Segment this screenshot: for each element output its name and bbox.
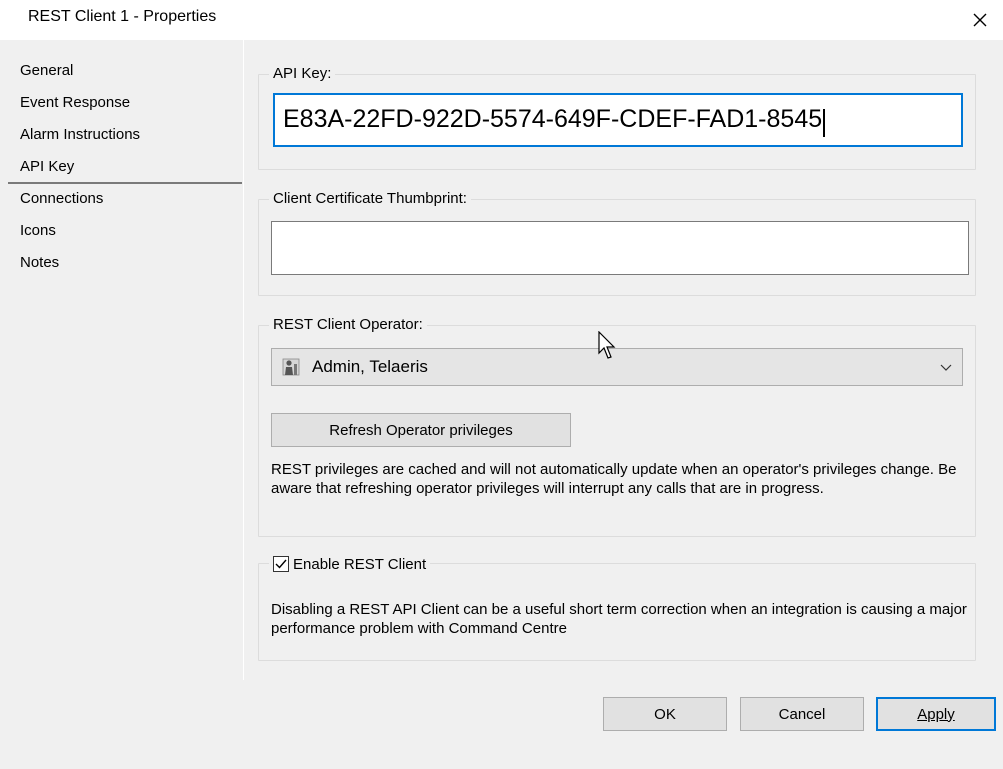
sidebar-item-event-response[interactable]: Event Response (8, 88, 242, 120)
thumbprint-group-title: Client Certificate Thumbprint: (269, 190, 471, 208)
operator-selected-value: Admin, Telaeris (312, 357, 428, 376)
nav-divider (243, 40, 244, 680)
api-key-input[interactable]: E83A-22FD-922D-5574-649F-CDEF-FAD1-8545 (273, 93, 963, 147)
thumbprint-input[interactable] (271, 221, 969, 275)
ok-button[interactable]: OK (603, 697, 727, 731)
refresh-operator-privileges-label: Refresh Operator privileges (329, 421, 513, 439)
apply-button-label: Apply (917, 705, 955, 723)
disable-client-note: Disabling a REST API Client can be a use… (271, 601, 967, 637)
thumbprint-group: Client Certificate Thumbprint: (258, 190, 976, 296)
enable-rest-client-label: Enable REST Client (293, 555, 427, 573)
checkmark-icon (275, 559, 287, 569)
operator-group-title: REST Client Operator: (269, 316, 427, 334)
sidebar-item-api-key[interactable]: API Key (8, 152, 242, 184)
sidebar-item-alarm-instructions[interactable]: Alarm Instructions (8, 120, 242, 152)
close-icon (973, 13, 987, 27)
api-key-group-title: API Key: (269, 65, 336, 83)
sidebar-item-general[interactable]: General (8, 56, 242, 88)
apply-button[interactable]: Apply (876, 697, 996, 731)
chevron-down-icon (940, 364, 952, 371)
cancel-button[interactable]: Cancel (740, 697, 864, 731)
api-key-value: E83A-22FD-922D-5574-649F-CDEF-FAD1-8545 (283, 105, 823, 133)
api-key-group: API Key: E83A-22FD-922D-5574-649F-CDEF-F… (258, 65, 976, 170)
text-caret (823, 109, 826, 138)
operator-privileges-note: REST privileges are cached and will not … (271, 461, 957, 497)
sidebar-nav: General Event Response Alarm Instruction… (8, 56, 242, 280)
dialog-body: General Event Response Alarm Instruction… (0, 40, 1003, 769)
mouse-cursor-icon (598, 331, 616, 359)
sidebar-item-connections[interactable]: Connections (8, 184, 242, 216)
sidebar-item-notes[interactable]: Notes (8, 248, 242, 280)
cancel-button-label: Cancel (778, 705, 826, 723)
enable-client-group: Enable REST Client Disabling a REST API … (258, 551, 976, 661)
operator-person-icon (282, 358, 300, 376)
refresh-operator-privileges-button[interactable]: Refresh Operator privileges (271, 413, 571, 447)
enable-rest-client-checkbox[interactable]: Enable REST Client (269, 551, 431, 577)
checkbox-box (273, 556, 289, 572)
close-button[interactable] (957, 0, 1003, 40)
ok-button-label: OK (654, 705, 676, 723)
title-bar: REST Client 1 - Properties (0, 0, 1003, 40)
sidebar-item-icons[interactable]: Icons (8, 216, 242, 248)
window-title: REST Client 1 - Properties (28, 8, 217, 25)
